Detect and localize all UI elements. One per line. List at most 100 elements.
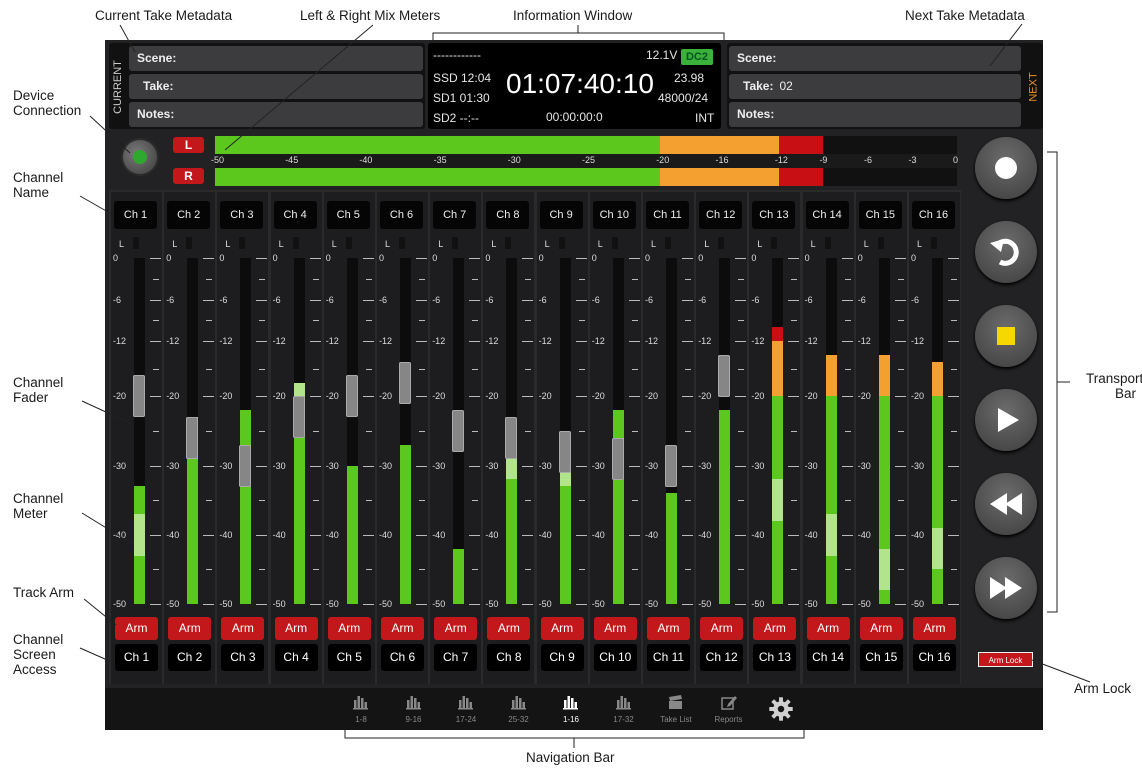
channel-name[interactable]: Ch 3: [220, 201, 264, 229]
play-button[interactable]: [975, 389, 1037, 451]
next-take-field[interactable]: Take: 02: [729, 74, 1021, 99]
channel-screen-access[interactable]: Ch 9: [540, 644, 584, 671]
rewind-button[interactable]: [975, 473, 1037, 535]
track-arm-button[interactable]: Arm: [168, 617, 212, 640]
scale-label: -30: [325, 460, 339, 471]
channel-name[interactable]: Ch 6: [380, 201, 423, 229]
annotation-arm-lock: Arm Lock: [1074, 681, 1132, 696]
channel-fader[interactable]: [186, 416, 199, 459]
channel-meter: [240, 258, 252, 604]
meter-segment: [772, 341, 784, 397]
channel-name[interactable]: Ch 8: [486, 201, 530, 229]
device-connection-button[interactable]: [123, 140, 157, 174]
arm-lock-button[interactable]: Arm Lock: [978, 652, 1033, 667]
track-arm-button[interactable]: Arm: [434, 617, 478, 640]
channel-screen-access[interactable]: Ch 7: [434, 644, 478, 671]
channel-screen-access[interactable]: Ch 3: [221, 644, 265, 671]
track-arm-button[interactable]: Arm: [913, 617, 956, 640]
channel-fader[interactable]: [452, 410, 465, 452]
nav-item[interactable]: 17-24: [449, 692, 483, 726]
scale-minor-tick: [206, 569, 213, 571]
track-arm-button[interactable]: Arm: [859, 617, 903, 640]
track-arm-button[interactable]: Arm: [700, 617, 744, 640]
channel-screen-access[interactable]: Ch 16: [913, 644, 956, 671]
undo-button[interactable]: [975, 221, 1037, 283]
scale-tick: [522, 341, 534, 343]
channel-screen-access[interactable]: Ch 13: [753, 644, 797, 671]
channel-name[interactable]: Ch 15: [858, 201, 902, 229]
channel-screen-access[interactable]: Ch 8: [487, 644, 531, 671]
channel-fader[interactable]: [611, 437, 624, 480]
nav-item[interactable]: 1-8: [344, 692, 378, 726]
channel-screen-access[interactable]: Ch 14: [806, 644, 850, 671]
channel-screen-access[interactable]: Ch 6: [381, 644, 424, 671]
nav-item[interactable]: [764, 692, 798, 726]
channel-name[interactable]: Ch 11: [646, 201, 689, 229]
current-notes-field[interactable]: Notes:: [129, 102, 423, 127]
scale-minor-tick: [525, 368, 532, 370]
channel-name[interactable]: Ch 16: [912, 201, 955, 229]
nav-item[interactable]: 9-16: [397, 692, 431, 726]
channel-name[interactable]: Ch 4: [273, 201, 317, 229]
channel-screen-access[interactable]: Ch 15: [859, 644, 903, 671]
nav-item[interactable]: 25-32: [502, 692, 536, 726]
scale-label: -30: [538, 460, 552, 471]
channel-screen-access[interactable]: Ch 11: [647, 644, 690, 671]
track-arm-button[interactable]: Arm: [274, 617, 318, 640]
channel-name[interactable]: Ch 14: [805, 201, 849, 229]
nav-item[interactable]: Take List: [659, 692, 693, 726]
channel-name[interactable]: Ch 2: [167, 201, 211, 229]
record-button[interactable]: [975, 137, 1037, 199]
current-scene-field[interactable]: Scene:: [129, 46, 423, 71]
scale-tick: [256, 604, 268, 605]
channel-fader[interactable]: [718, 354, 731, 397]
channel-fader[interactable]: [239, 444, 252, 487]
track-arm-button[interactable]: Arm: [593, 617, 637, 640]
channel-name[interactable]: Ch 10: [592, 201, 636, 229]
track-arm-button[interactable]: Arm: [753, 617, 797, 640]
channel-fader[interactable]: [665, 444, 677, 487]
track-arm-button[interactable]: Arm: [487, 617, 531, 640]
channel-screen-access[interactable]: Ch 4: [274, 644, 318, 671]
scale-minor-tick: [791, 368, 798, 370]
channel-screen-access[interactable]: Ch 1: [115, 644, 158, 671]
channel-fader[interactable]: [345, 375, 358, 418]
nav-item[interactable]: 17-32: [607, 692, 641, 726]
track-arm-button[interactable]: Arm: [540, 617, 584, 640]
meter-segment: [932, 361, 943, 397]
scale-minor-tick: [206, 278, 213, 280]
track-arm-button[interactable]: Arm: [647, 617, 690, 640]
track-arm-button[interactable]: Arm: [806, 617, 850, 640]
track-arm-button[interactable]: Arm: [327, 617, 371, 640]
track-arm-button[interactable]: Arm: [115, 617, 158, 640]
stop-button[interactable]: [975, 305, 1037, 367]
channel-screen-access[interactable]: Ch 2: [168, 644, 212, 671]
next-notes-field[interactable]: Notes:: [729, 102, 1021, 127]
scale-minor-tick: [525, 320, 532, 322]
channel-name[interactable]: Ch 7: [433, 201, 477, 229]
scale-minor-tick: [685, 320, 691, 322]
channel-name[interactable]: Ch 13: [752, 201, 796, 229]
channel-fader[interactable]: [133, 375, 145, 418]
channel-screen-access[interactable]: Ch 5: [327, 644, 371, 671]
channel-fader[interactable]: [505, 416, 518, 459]
next-scene-field[interactable]: Scene:: [729, 46, 1021, 71]
track-arm-button[interactable]: Arm: [381, 617, 424, 640]
track-arm-button[interactable]: Arm: [221, 617, 265, 640]
channel-fader[interactable]: [292, 396, 305, 439]
channel-name[interactable]: Ch 1: [114, 201, 157, 229]
channel-fader[interactable]: [399, 361, 411, 404]
channel-name[interactable]: Ch 9: [539, 201, 583, 229]
scale-tick: [735, 604, 747, 605]
nav-item[interactable]: Reports: [712, 692, 746, 726]
fast-forward-button[interactable]: [975, 557, 1037, 619]
nav-item[interactable]: 1-16: [554, 692, 588, 726]
channel-fader[interactable]: [558, 430, 571, 473]
scale-tick: [841, 299, 853, 301]
scale-label: 0: [432, 253, 438, 263]
channel-screen-access[interactable]: Ch 10: [593, 644, 637, 671]
channel-name[interactable]: Ch 5: [326, 201, 370, 229]
channel-name[interactable]: Ch 12: [699, 201, 743, 229]
current-take-field[interactable]: Take:: [129, 74, 423, 99]
channel-screen-access[interactable]: Ch 12: [700, 644, 744, 671]
